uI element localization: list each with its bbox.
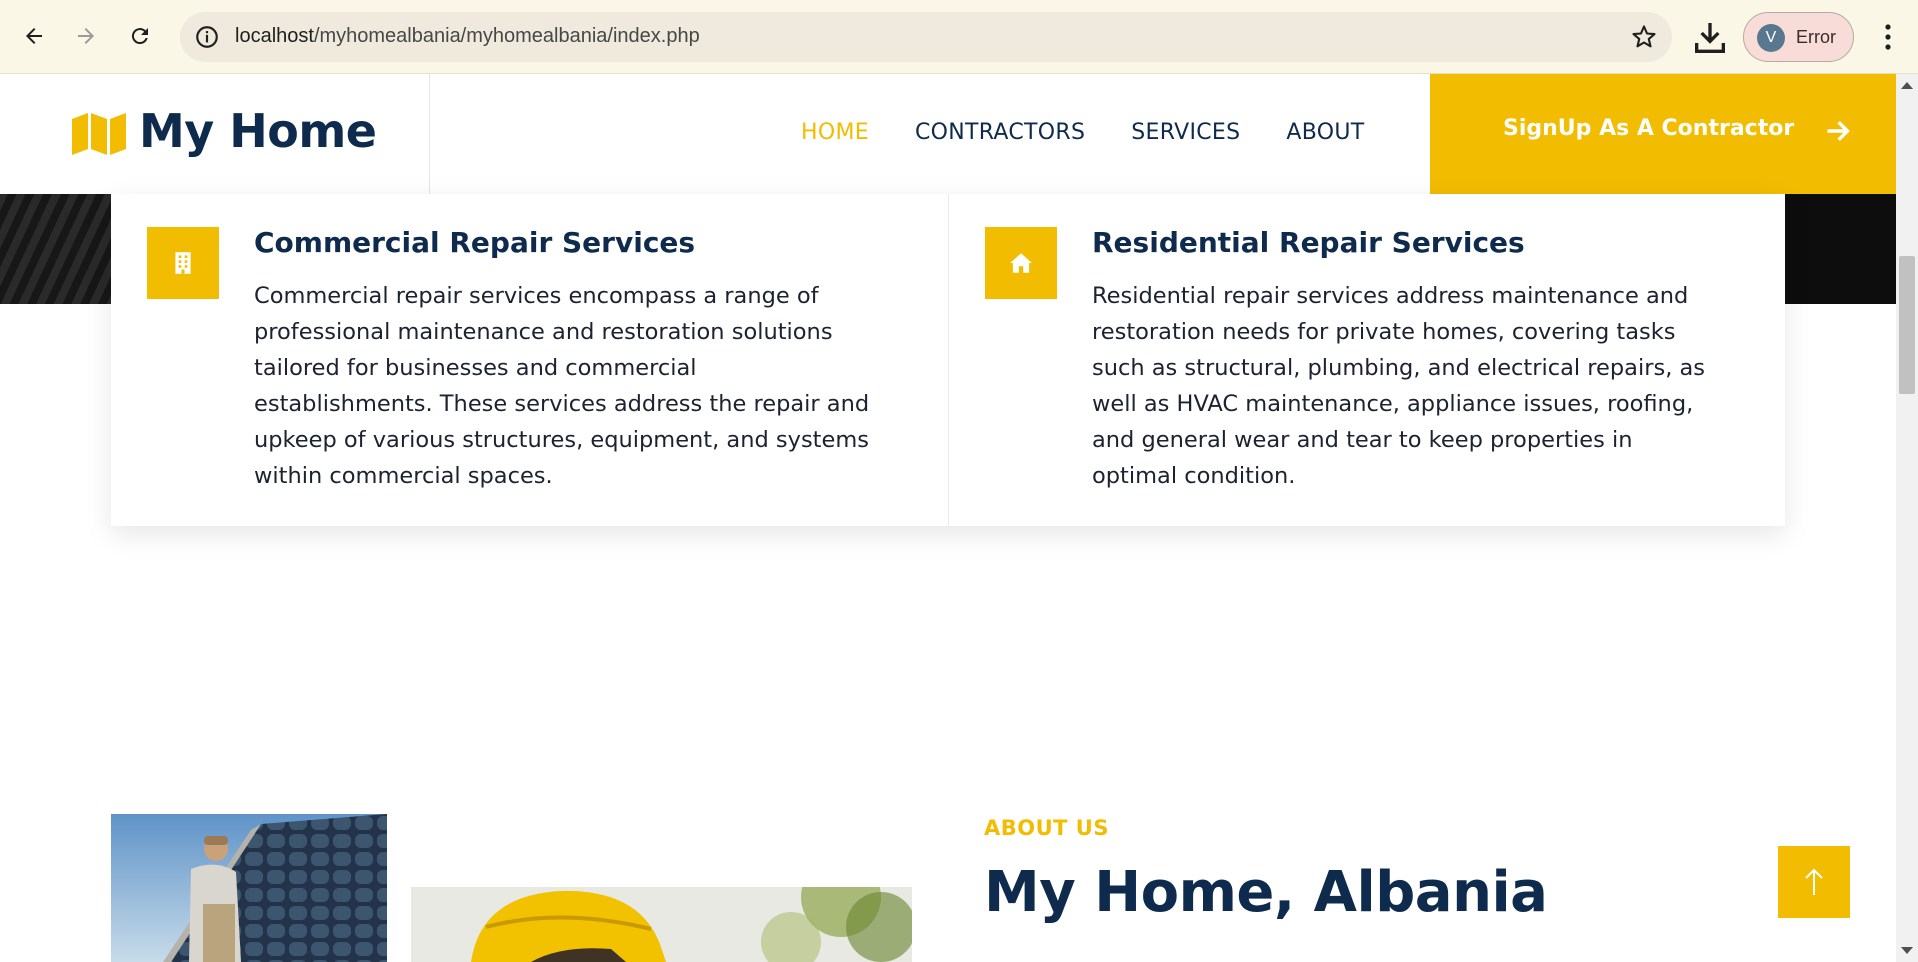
service-title: Commercial Repair Services [254, 226, 696, 259]
scroll-up-arrow[interactable] [1901, 82, 1913, 89]
arrow-right-icon [1827, 120, 1850, 142]
menu-item-contractors[interactable]: CONTRACTORS [915, 120, 1085, 145]
description-line: well as HVAC maintenance, appliance issu… [1092, 391, 1694, 417]
brand[interactable]: My Home [0, 74, 430, 194]
scroll-thumb[interactable] [1899, 256, 1915, 394]
about-title: My Home, Albania [984, 860, 1548, 925]
arrow-right-icon [78, 28, 94, 44]
description-line: establishments. These services address t… [254, 391, 870, 417]
description-line: optimal condition. [1092, 463, 1296, 489]
url-text: localhost/myhomealbania/myhomealbania/in… [235, 25, 700, 47]
about-kicker: ABOUT US [984, 816, 1109, 840]
page-scrollbar[interactable] [1896, 74, 1918, 962]
main-menu: HOME CONTRACTORS SERVICES ABOUT [801, 120, 1365, 145]
avatar: V [1757, 24, 1785, 52]
menu-item-services[interactable]: SERVICES [1131, 120, 1240, 145]
building-icon [175, 252, 191, 274]
description-line: Commercial repair services encompass a r… [254, 283, 819, 309]
download-icon[interactable] [1690, 18, 1730, 58]
service-card-commercial: Commercial Repair Services Commercial re… [111, 194, 948, 526]
back-to-top-button[interactable] [1778, 846, 1850, 918]
site-info-icon[interactable] [194, 24, 220, 50]
arrow-up-icon [1805, 868, 1823, 895]
service-card-residential: Residential Repair Services Residential … [948, 194, 1785, 526]
description-line: within commercial spaces. [254, 463, 553, 489]
menu-item-home[interactable]: HOME [801, 120, 869, 145]
page-viewport: My Home HOME CONTRACTORS SERVICES ABOUT … [0, 74, 1896, 962]
bookmark-star-icon[interactable] [1630, 23, 1658, 51]
profile-chip[interactable]: V Error [1743, 12, 1854, 62]
service-description: Commercial repair services encompass a r… [254, 278, 914, 494]
service-title: Residential Repair Services [1092, 226, 1525, 259]
forward-button[interactable] [66, 16, 106, 56]
signup-contractor-button[interactable]: SignUp As A Contractor [1430, 74, 1896, 194]
services-cards: Commercial Repair Services Commercial re… [111, 194, 1785, 526]
description-line: tailored for businesses and commercial [254, 355, 697, 381]
about-photo-roofer [111, 814, 387, 962]
back-button[interactable] [14, 16, 54, 56]
home-icon [1010, 253, 1032, 273]
site-header: My Home HOME CONTRACTORS SERVICES ABOUT … [0, 74, 1896, 194]
description-line: Residential repair services address main… [1092, 283, 1689, 309]
brand-name: My Home [139, 104, 377, 158]
service-icon-box [985, 227, 1057, 299]
hero-texture-right [1786, 192, 1896, 304]
address-bar[interactable]: localhost/myhomealbania/myhomealbania/in… [180, 12, 1672, 62]
arrow-left-icon [26, 28, 42, 44]
description-line: restoration needs for private homes, cov… [1092, 319, 1676, 345]
browser-toolbar: localhost/myhomealbania/myhomealbania/in… [0, 0, 1918, 74]
profile-status: Error [1796, 27, 1836, 47]
service-description: Residential repair services address main… [1092, 278, 1752, 494]
signup-label: SignUp As A Contractor [1503, 116, 1795, 141]
reload-icon [131, 28, 148, 45]
description-line: and general wear and tear to keep proper… [1092, 427, 1633, 453]
description-line: upkeep of various structures, equipment,… [254, 427, 869, 453]
reload-button[interactable] [120, 16, 160, 56]
scroll-down-arrow[interactable] [1901, 947, 1913, 954]
more-menu-icon[interactable] [1876, 20, 1900, 54]
description-line: such as structural, plumbing, and electr… [1092, 355, 1706, 381]
service-icon-box [147, 227, 219, 299]
menu-item-about[interactable]: ABOUT [1286, 120, 1364, 145]
description-line: professional maintenance and restoration… [254, 319, 833, 345]
about-photo-worker [411, 887, 912, 962]
map-logo-icon [72, 113, 126, 155]
